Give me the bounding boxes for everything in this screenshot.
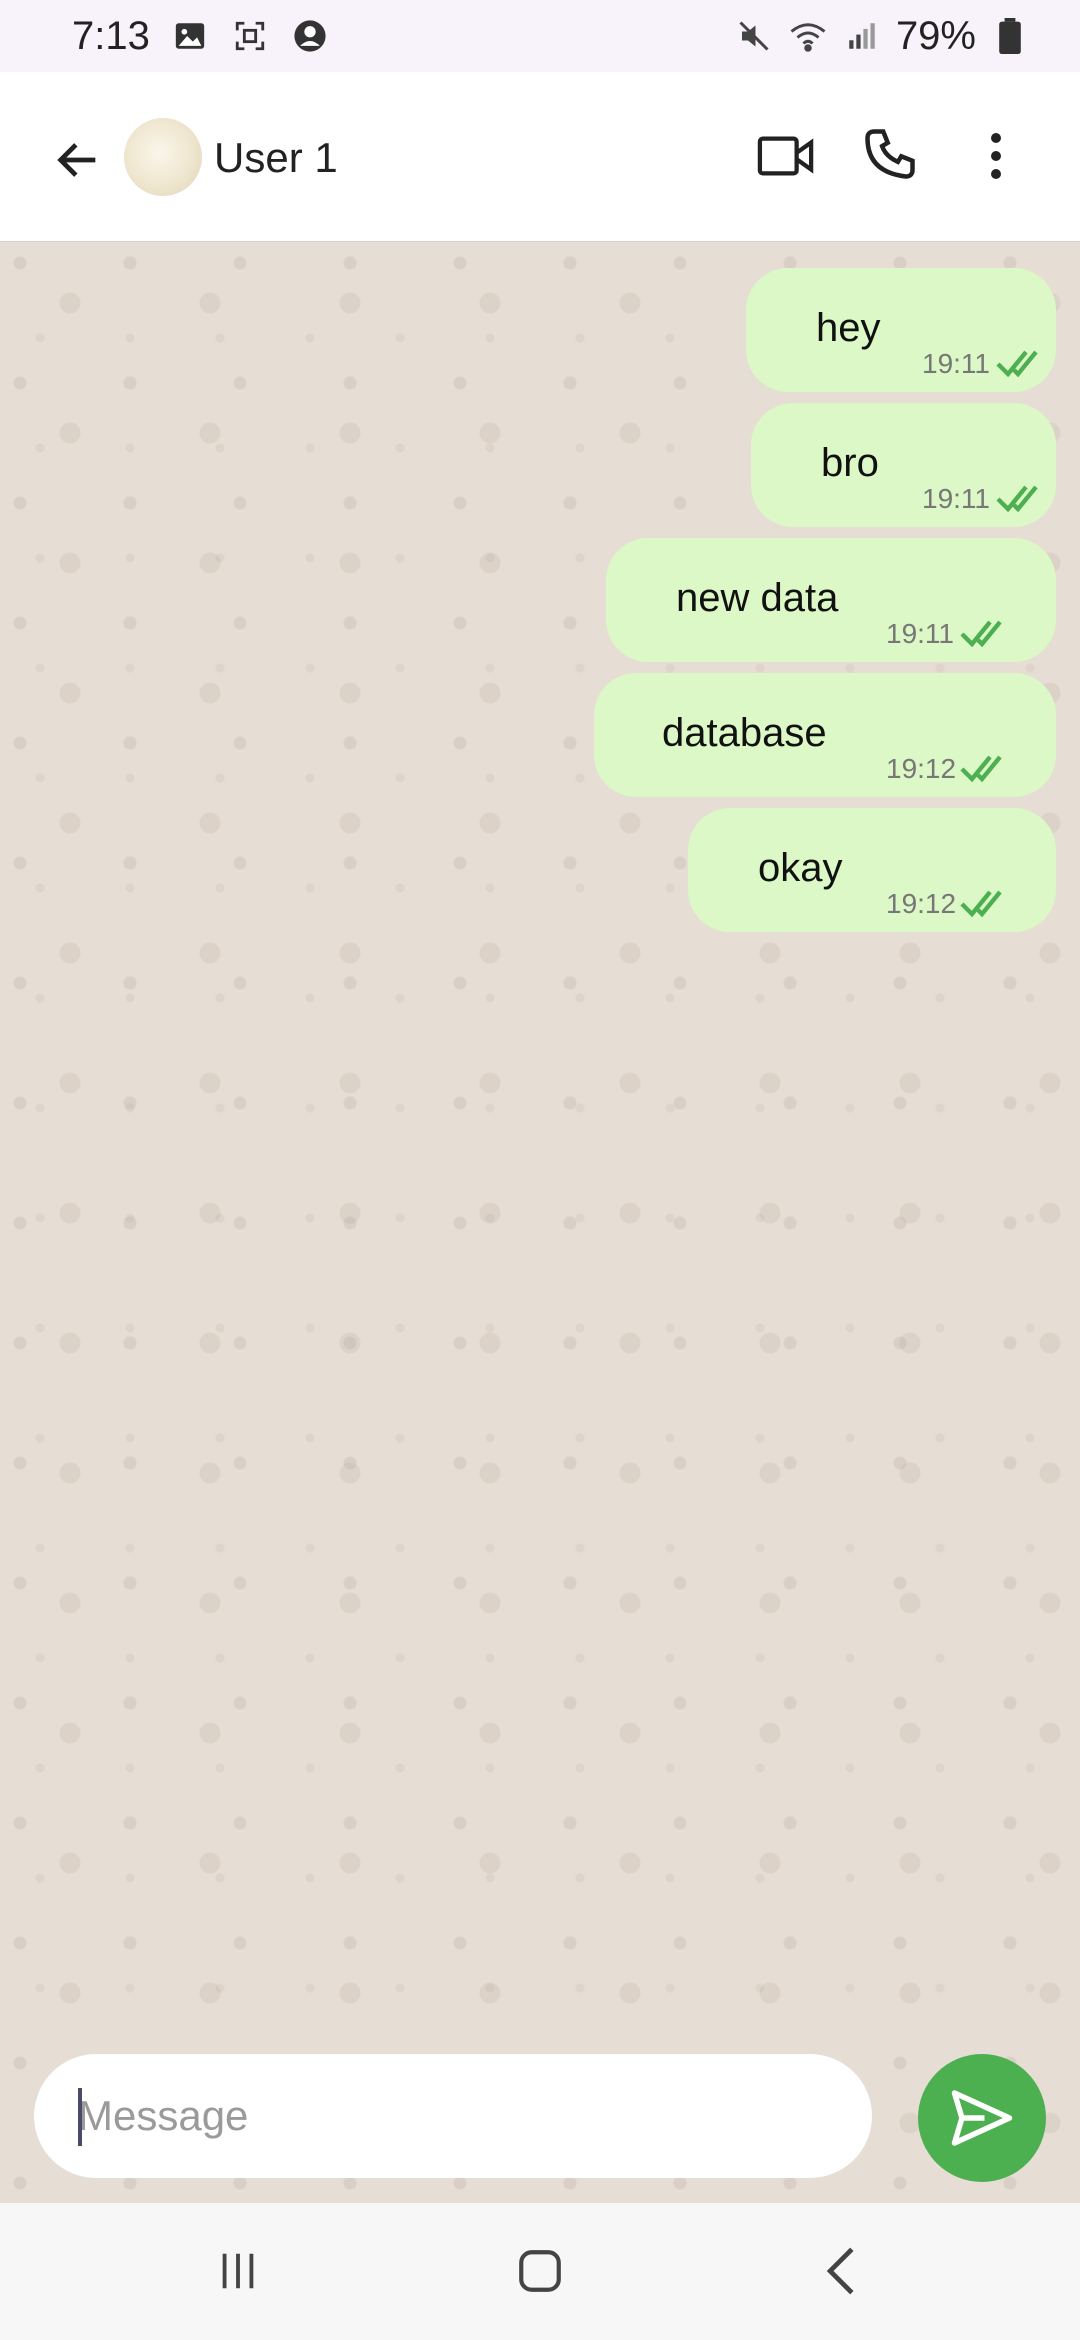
voice-call-button[interactable] xyxy=(860,124,920,184)
video-camera-icon xyxy=(757,136,814,176)
battery-percent: 79% xyxy=(895,13,976,58)
message-bubble[interactable]: bro 19:11 xyxy=(751,403,1056,527)
message-text: bro xyxy=(821,441,879,485)
message-text: okay xyxy=(758,846,843,890)
read-ticks-icon xyxy=(996,485,1038,513)
message-bubble[interactable]: hey 19:11 xyxy=(746,268,1056,392)
wifi-icon xyxy=(788,16,828,56)
status-right: 79% xyxy=(734,14,1030,59)
message-input[interactable] xyxy=(34,2054,872,2178)
message-time: 19:11 xyxy=(886,618,954,649)
contact-name[interactable]: User 1 xyxy=(214,134,338,182)
message-time: 19:11 xyxy=(922,348,990,379)
message-text: new data xyxy=(676,576,839,620)
gallery-icon xyxy=(170,16,210,56)
video-call-button[interactable] xyxy=(756,126,816,186)
message-time: 19:11 xyxy=(922,483,990,514)
home-icon xyxy=(519,2250,561,2292)
message-bubble[interactable]: okay 19:12 xyxy=(688,808,1056,932)
status-left: 7:13 xyxy=(72,14,330,59)
screenshot-icon xyxy=(230,16,270,56)
mute-icon xyxy=(734,16,774,56)
nav-back-button[interactable] xyxy=(816,2241,866,2301)
send-icon xyxy=(951,2090,1013,2146)
text-cursor xyxy=(78,2088,82,2146)
message-text: database xyxy=(662,711,827,755)
nav-back-icon xyxy=(826,2247,854,2295)
recent-apps-icon xyxy=(222,2253,254,2289)
back-button[interactable] xyxy=(50,132,106,188)
phone-icon xyxy=(865,129,915,179)
read-ticks-icon xyxy=(960,890,1002,918)
message-text: hey xyxy=(816,306,881,350)
account-icon xyxy=(290,16,330,56)
read-ticks-icon xyxy=(960,620,1002,648)
signal-icon xyxy=(842,16,882,56)
battery-icon xyxy=(990,16,1030,56)
more-options-button[interactable] xyxy=(968,126,1024,186)
more-vert-icon xyxy=(991,133,1001,179)
status-bar: 7:13 79% xyxy=(0,0,1080,72)
read-ticks-icon xyxy=(960,755,1002,783)
message-bubble[interactable]: database 19:12 xyxy=(594,673,1056,797)
back-arrow-icon xyxy=(57,143,96,177)
home-button[interactable] xyxy=(510,2241,570,2301)
status-time: 7:13 xyxy=(72,13,150,58)
chat-header: User 1 xyxy=(0,72,1080,242)
contact-avatar[interactable] xyxy=(124,118,202,196)
message-bubble[interactable]: new data 19:11 xyxy=(606,538,1056,662)
recent-apps-button[interactable] xyxy=(210,2243,266,2299)
chat-message-list[interactable]: hey 19:11 bro 19:11 new data 19:11 datab… xyxy=(0,243,1080,2203)
system-navigation-bar xyxy=(0,2203,1080,2340)
message-time: 19:12 xyxy=(886,888,957,919)
send-button[interactable] xyxy=(918,2054,1046,2182)
read-ticks-icon xyxy=(996,350,1038,378)
message-time: 19:12 xyxy=(886,753,957,784)
